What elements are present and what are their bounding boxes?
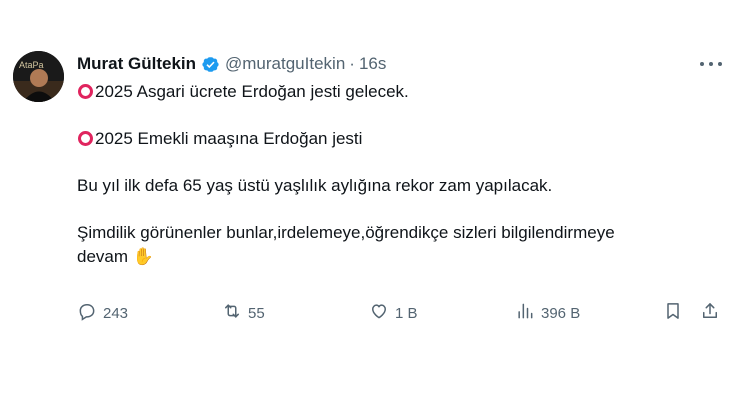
tweet-line-3: Bu yıl ilk defa 65 yaş üstü yaşlılık ayl… (77, 176, 553, 195)
bookmark-button[interactable] (663, 300, 683, 326)
repost-button[interactable]: 55 (222, 300, 265, 326)
like-count: 1 B (395, 304, 418, 322)
timestamp[interactable]: 16s (359, 54, 386, 74)
views-button[interactable]: 396 B (515, 300, 580, 326)
author-handle[interactable]: @muratguItekin (225, 54, 345, 74)
heart-icon (369, 301, 389, 325)
tweet-text: 2025 Asgari ücrete Erdoğan jesti gelecek… (77, 80, 717, 268)
repost-icon (222, 301, 242, 325)
tweet: AtaPa Murat Gültekin @muratguItekin · 16… (0, 0, 730, 420)
tweet-line-5: devam ✋ (77, 246, 154, 266)
like-button[interactable]: 1 B (369, 300, 418, 326)
verified-badge-icon (201, 55, 220, 74)
reply-count: 243 (103, 304, 129, 322)
tweet-line-2: 2025 Emekli maaşına Erdoğan jesti (77, 127, 717, 151)
bookmark-icon (663, 301, 683, 325)
tweet-line-1: 2025 Asgari ücrete Erdoğan jesti gelecek… (77, 80, 717, 104)
separator-dot: · (349, 54, 355, 73)
views-chart-icon (515, 301, 535, 325)
red-circle-icon (78, 84, 93, 99)
raised-hand-emoji-icon: ✋ (132, 246, 154, 266)
repost-count: 55 (248, 304, 265, 322)
reply-button[interactable]: 243 (77, 300, 128, 326)
views-count: 396 B (541, 304, 581, 322)
more-options-icon[interactable] (700, 58, 722, 70)
tweet-line-4: Şimdilik görünenler bunlar,irdelemeye,öğ… (77, 223, 615, 242)
tweet-actions: 243 55 1 B 396 B (0, 300, 730, 326)
avatar[interactable]: AtaPa (13, 51, 64, 102)
tweet-header: Murat Gültekin @muratguItekin · 16s (77, 53, 386, 75)
red-circle-icon (78, 131, 93, 146)
reply-icon (77, 301, 97, 325)
author-name[interactable]: Murat Gültekin (77, 54, 196, 74)
avatar-logo-text: AtaPa (19, 60, 44, 70)
share-button[interactable] (700, 300, 720, 326)
share-icon (700, 301, 720, 325)
